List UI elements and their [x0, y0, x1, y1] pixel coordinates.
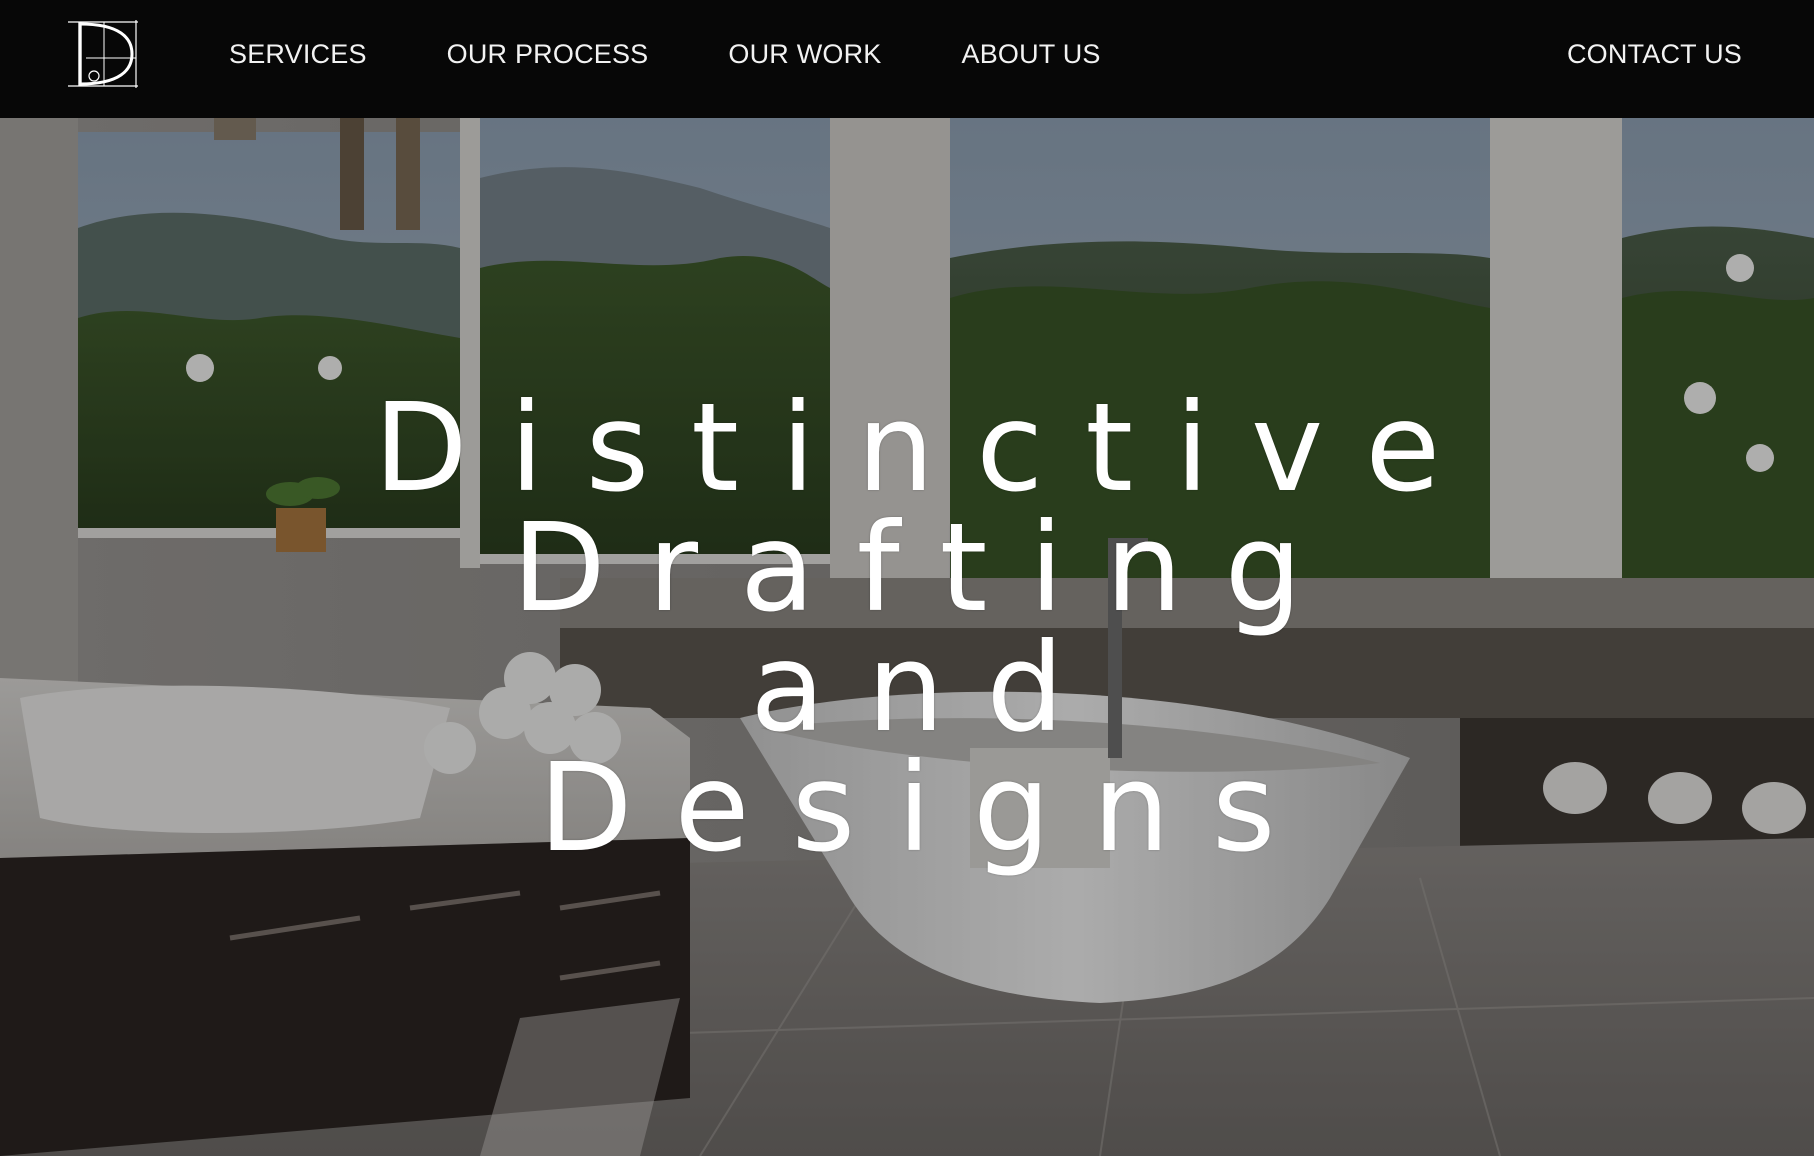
- hero-title: Distinctive Drafting and Designs: [0, 377, 1814, 879]
- monogram-d-logo-icon[interactable]: [66, 18, 140, 90]
- hero-title-line-2: Drafting: [511, 497, 1345, 639]
- main-navigation: SERVICES OUR PROCESS OUR WORK ABOUT US: [229, 0, 1181, 108]
- nav-link-our-work[interactable]: OUR WORK: [728, 39, 881, 70]
- nav-link-contact-us[interactable]: CONTACT US: [1567, 0, 1742, 108]
- nav-link-our-process[interactable]: OUR PROCESS: [447, 39, 649, 70]
- hero-title-line-4: Designs: [538, 737, 1318, 879]
- hero-title-line-1: Distinctive: [373, 377, 1483, 519]
- nav-link-about-us[interactable]: ABOUT US: [961, 39, 1100, 70]
- nav-link-services[interactable]: SERVICES: [229, 39, 367, 70]
- site-header: SERVICES OUR PROCESS OUR WORK ABOUT US C…: [0, 0, 1814, 118]
- hero-title-line-3: and: [750, 617, 1106, 759]
- hero-section: Distinctive Drafting and Designs: [0, 118, 1814, 1156]
